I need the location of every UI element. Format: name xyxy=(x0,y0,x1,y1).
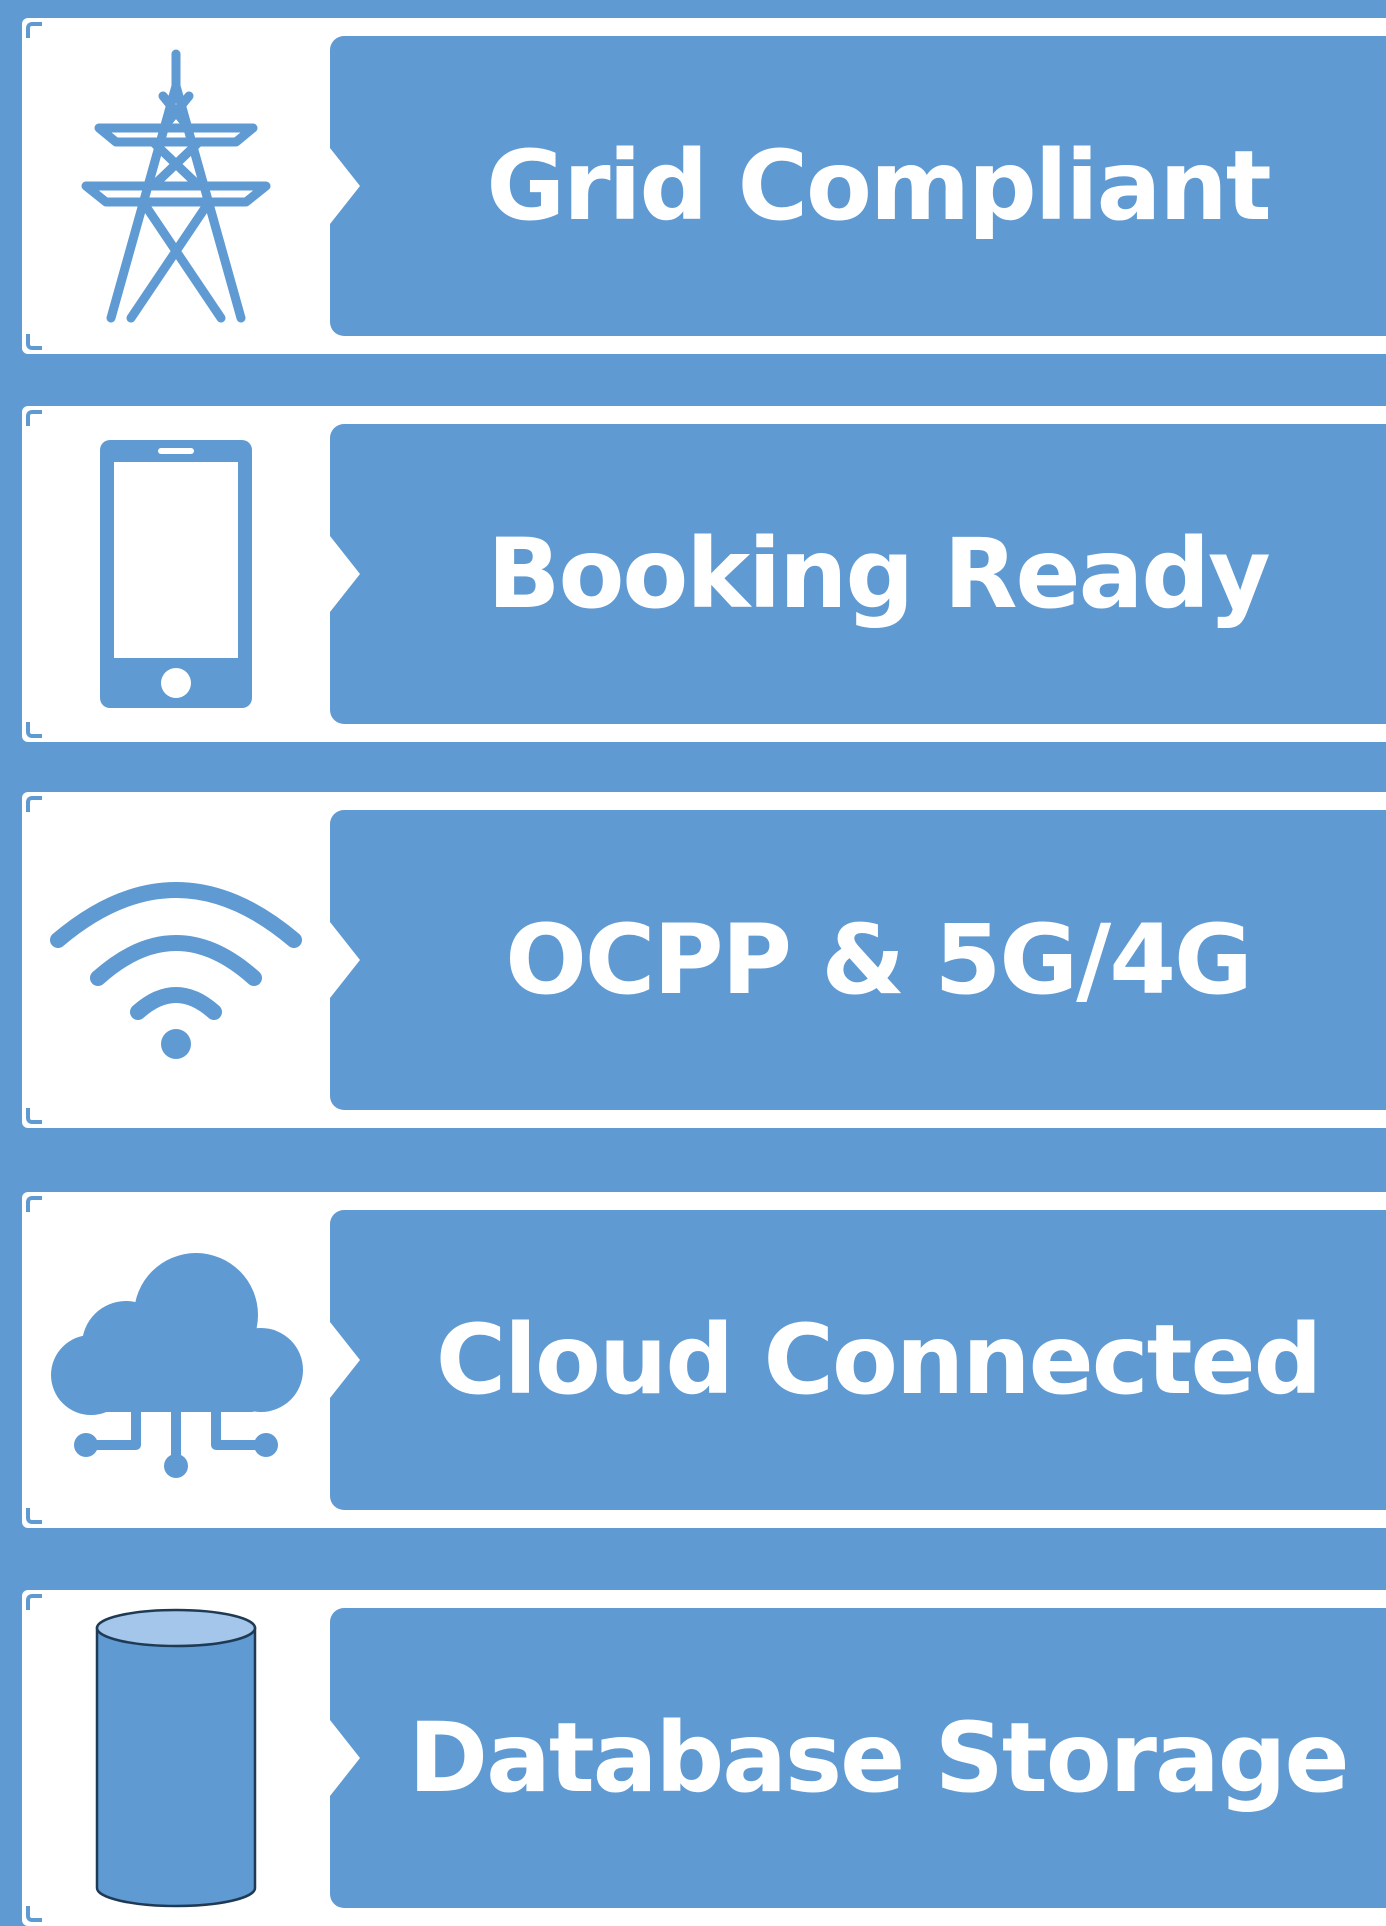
feature-row-ocpp: OCPP & 5G/4G xyxy=(22,792,1386,1128)
feature-label: Cloud Connected xyxy=(435,1304,1323,1416)
feature-row-database-storage: Database Storage xyxy=(22,1590,1386,1926)
feature-label-panel: Grid Compliant xyxy=(330,36,1386,336)
feature-label: Database Storage xyxy=(408,1702,1349,1814)
feature-label: Booking Ready xyxy=(487,518,1270,630)
feature-row-booking-ready: Booking Ready xyxy=(22,406,1386,742)
arrow-notch xyxy=(330,1322,360,1398)
feature-label: Grid Compliant xyxy=(486,130,1271,242)
feature-icon-box xyxy=(22,1192,330,1528)
feature-list: Grid Compliant Booking Ready OCPP & 5G/4… xyxy=(0,0,1386,1926)
feature-label-panel: Database Storage xyxy=(330,1608,1386,1908)
feature-row-grid-compliant: Grid Compliant xyxy=(22,18,1386,354)
transmission-tower-icon xyxy=(81,49,271,323)
feature-label-panel: OCPP & 5G/4G xyxy=(330,810,1386,1110)
feature-icon-box xyxy=(22,406,330,742)
feature-row-cloud-connected: Cloud Connected xyxy=(22,1192,1386,1528)
arrow-notch xyxy=(330,1720,360,1796)
database-cylinder-icon xyxy=(95,1608,257,1908)
arrow-notch xyxy=(330,536,360,612)
arrow-notch xyxy=(330,148,360,224)
cloud-network-icon xyxy=(51,1253,303,1478)
feature-label-panel: Cloud Connected xyxy=(330,1210,1386,1510)
smartphone-icon xyxy=(100,440,252,708)
wifi-icon xyxy=(50,882,302,1059)
feature-icon-box xyxy=(22,1590,330,1926)
feature-icon-box xyxy=(22,792,330,1128)
arrow-notch xyxy=(330,922,360,998)
feature-label-panel: Booking Ready xyxy=(330,424,1386,724)
feature-icon-box xyxy=(22,18,330,354)
feature-label: OCPP & 5G/4G xyxy=(505,904,1253,1016)
